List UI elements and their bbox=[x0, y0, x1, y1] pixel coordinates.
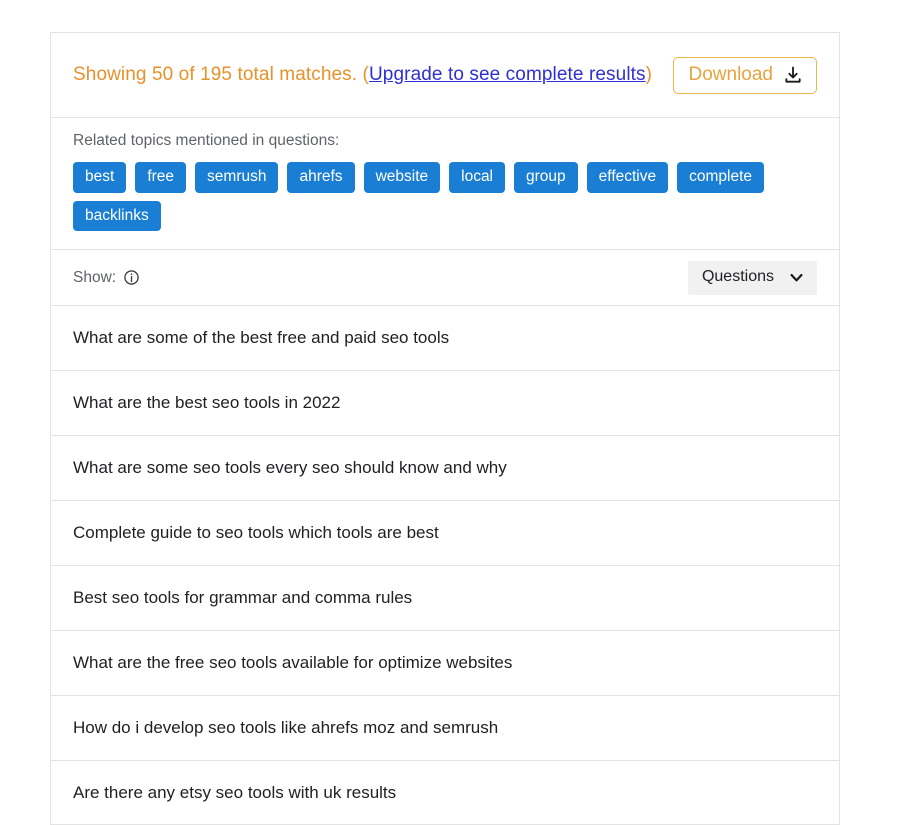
question-row[interactable]: Complete guide to seo tools which tools … bbox=[50, 500, 840, 565]
show-bar: Show: Questions bbox=[50, 249, 840, 305]
question-row[interactable]: What are some of the best free and paid … bbox=[50, 305, 840, 370]
question-text: What are some of the best free and paid … bbox=[73, 328, 450, 347]
topic-tag[interactable]: free bbox=[135, 162, 187, 193]
topic-tag[interactable]: local bbox=[449, 162, 506, 193]
question-row[interactable]: What are the free seo tools available fo… bbox=[50, 630, 840, 695]
question-text: How do i develop seo tools like ahrefs m… bbox=[73, 718, 499, 737]
results-card: Showing 50 of 195 total matches. (Upgrad… bbox=[50, 32, 840, 825]
question-text: Are there any etsy seo tools with uk res… bbox=[73, 782, 397, 802]
topic-tag[interactable]: complete bbox=[677, 162, 765, 193]
upgrade-link[interactable]: Upgrade to see complete results bbox=[369, 64, 646, 85]
question-row[interactable]: Are there any etsy seo tools with uk res… bbox=[50, 760, 840, 825]
download-button[interactable]: Download bbox=[672, 56, 817, 94]
question-text: Best seo tools for grammar and comma rul… bbox=[73, 588, 413, 607]
topic-tag[interactable]: website bbox=[363, 162, 441, 193]
topic-tag[interactable]: group bbox=[514, 162, 578, 193]
question-row[interactable]: Best seo tools for grammar and comma rul… bbox=[50, 565, 840, 630]
match-summary-text: Showing 50 of 195 total matches. bbox=[73, 64, 358, 85]
question-row[interactable]: What are some seo tools every seo should… bbox=[50, 435, 840, 500]
question-text: What are the best seo tools in 2022 bbox=[73, 393, 341, 412]
topic-tag[interactable]: backlinks bbox=[73, 200, 161, 231]
page-root: Showing 50 of 195 total matches. (Upgrad… bbox=[0, 0, 900, 825]
download-button-label: Download bbox=[688, 64, 774, 85]
close-paren: ) bbox=[645, 64, 653, 85]
topic-tag[interactable]: ahrefs bbox=[287, 162, 355, 193]
topic-tag-list: best free semrush ahrefs website local g… bbox=[73, 162, 813, 231]
topic-tag[interactable]: best bbox=[73, 162, 127, 193]
summary-bar: Showing 50 of 195 total matches. (Upgrad… bbox=[50, 32, 840, 117]
related-topics-label: Related topics mentioned in questions: bbox=[73, 132, 340, 149]
show-label: Show: bbox=[73, 268, 117, 286]
question-text: What are the free seo tools available fo… bbox=[73, 653, 513, 672]
question-row[interactable]: What are the best seo tools in 2022 bbox=[50, 370, 840, 435]
chevron-down-icon bbox=[788, 269, 805, 286]
topic-tag[interactable]: effective bbox=[586, 162, 669, 193]
show-bar-left: Show: bbox=[73, 269, 140, 287]
topic-tag[interactable]: semrush bbox=[195, 162, 279, 193]
related-topics-section: Related topics mentioned in questions: b… bbox=[50, 117, 840, 249]
show-type-dropdown-value: Questions bbox=[701, 268, 774, 285]
question-text: Complete guide to seo tools which tools … bbox=[73, 523, 439, 542]
question-row[interactable]: How do i develop seo tools like ahrefs m… bbox=[50, 695, 840, 760]
question-text: What are some seo tools every seo should… bbox=[73, 458, 507, 477]
download-icon bbox=[783, 65, 803, 85]
show-type-dropdown[interactable]: Questions bbox=[687, 260, 817, 295]
match-summary: Showing 50 of 195 total matches. (Upgrad… bbox=[73, 64, 652, 86]
info-circle-icon[interactable] bbox=[123, 269, 140, 286]
